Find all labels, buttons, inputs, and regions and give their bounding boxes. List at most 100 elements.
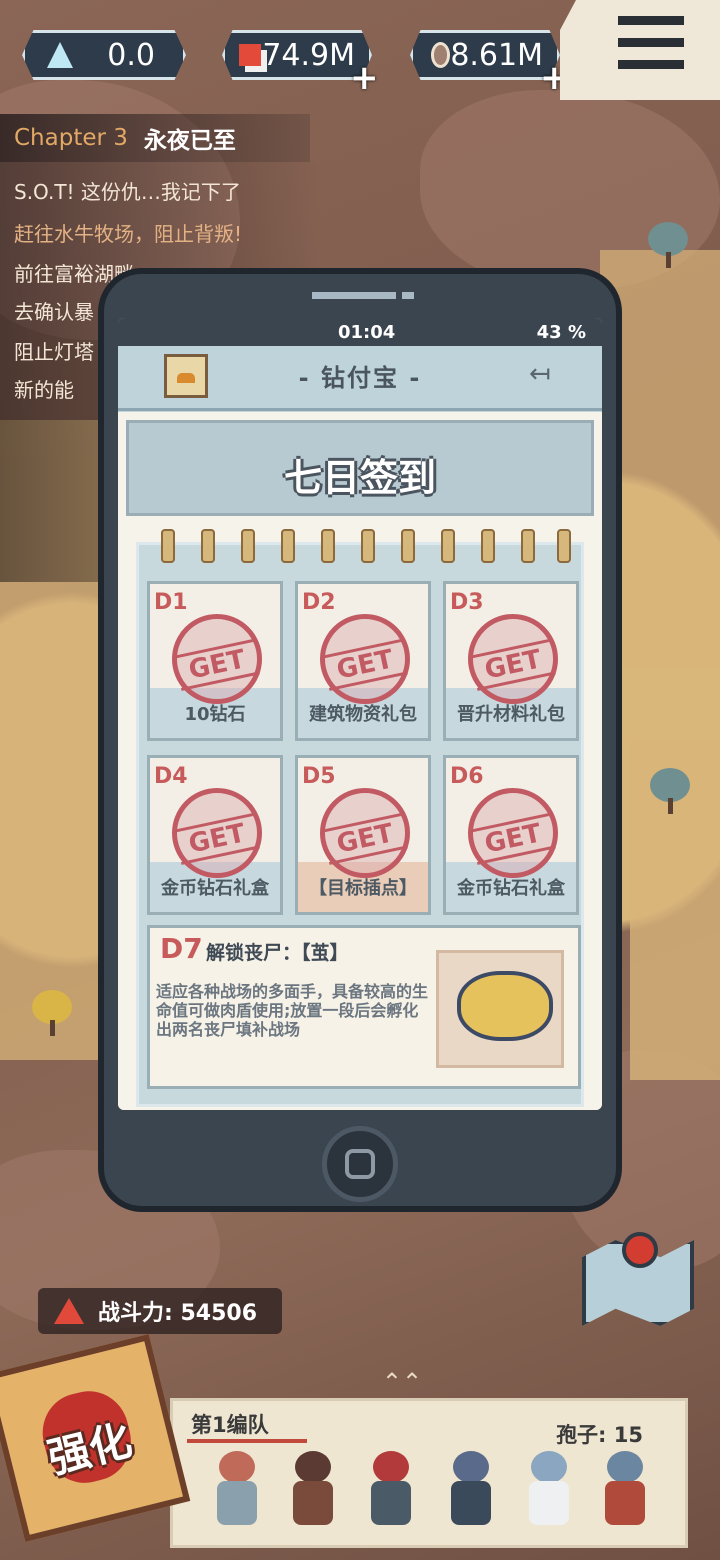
clock: 01:04 <box>338 322 396 343</box>
day-label: D6 <box>450 764 484 789</box>
day-label: D2 <box>302 590 336 615</box>
squad-unit[interactable] <box>597 1451 653 1531</box>
claimed-stamp-icon: GET <box>320 614 410 704</box>
crystal-counter[interactable]: 0.0 <box>22 30 186 80</box>
day-card[interactable]: D1 10钻石 GET <box>147 581 283 741</box>
day-label: D1 <box>154 590 188 615</box>
binder-ring <box>241 529 255 563</box>
cocoon-reward-image <box>436 950 564 1068</box>
stamp-text: GET <box>322 813 408 865</box>
unit-head <box>373 1451 409 1483</box>
binder-ring <box>281 529 295 563</box>
cocoon-icon <box>457 971 553 1041</box>
binder-ring <box>201 529 215 563</box>
back-arrow-icon[interactable]: ↤ <box>516 361 564 388</box>
chapter-title: 永夜已至 <box>143 128 236 154</box>
binder-ring <box>401 529 415 563</box>
phone-camera <box>402 292 414 299</box>
checkin-banner: 七日签到 <box>126 420 594 516</box>
day-label: D7 <box>160 932 203 965</box>
page-title: 七日签到 <box>283 456 436 500</box>
day-card[interactable]: D4 金币钻石礼盒 GET <box>147 755 283 915</box>
unit-head <box>607 1451 643 1483</box>
day7-card[interactable]: D7 解锁丧尸：【茧】 适应各种战场的多面手，具备较高的生命值可做肉盾使用;放置… <box>147 925 581 1089</box>
menu-icon <box>618 16 684 25</box>
quest-item[interactable]: 赶往水牛牧场，阻止背叛! <box>14 218 242 247</box>
checkin-panel: 七日签到 D1 10钻石 GET D2 建筑物资礼包 GET D3 晋升材料礼包… <box>118 412 602 1110</box>
binder-ring <box>521 529 535 563</box>
unit-head <box>453 1451 489 1483</box>
materials-value: 74.9M <box>262 37 355 73</box>
day-label: D4 <box>154 764 188 789</box>
binder-ring <box>321 529 335 563</box>
stamp-text: GET <box>470 813 556 865</box>
binder-ring <box>361 529 375 563</box>
day7-reward-title: 解锁丧尸：【茧】 <box>206 942 349 964</box>
combat-power-value: 战斗力: 54506 <box>98 1301 257 1326</box>
quest-item-text: 赶往水牛牧场，阻止背叛! <box>14 222 243 246</box>
quest-item[interactable]: S.O.T! 这份仇…我记下了 <box>14 176 241 205</box>
claimed-stamp-icon: GET <box>320 788 410 878</box>
binder-ring <box>441 529 455 563</box>
coin-value: 8.61M <box>450 37 543 73</box>
squad-unit[interactable] <box>521 1451 577 1531</box>
menu-icon-bar <box>618 60 684 69</box>
unit-body <box>293 1481 333 1525</box>
claimed-stamp-icon: GET <box>468 788 558 878</box>
coin-icon <box>431 42 451 68</box>
squad-panel[interactable]: 第1编队 孢子: 15 <box>170 1398 688 1548</box>
binder-ring <box>481 529 495 563</box>
squad-unit[interactable] <box>209 1451 265 1531</box>
squad-name: 第1编队 <box>191 1413 269 1437</box>
day-card[interactable]: D2 建筑物资礼包 GET <box>295 581 431 741</box>
phone-speaker <box>312 292 396 299</box>
crystal-value: 0.0 <box>107 37 155 73</box>
day-label: D3 <box>450 590 484 615</box>
warning-icon <box>54 1298 84 1324</box>
squad-unit[interactable] <box>363 1451 419 1531</box>
claimed-stamp-icon: GET <box>172 788 262 878</box>
spore-count: 孢子: 15 <box>556 1423 643 1447</box>
chapter-number: Chapter 3 <box>14 125 128 151</box>
day7-description: 适应各种战场的多面手，具备较高的生命值可做肉盾使用;放置一段后会孵化出两名丧尸填… <box>156 982 429 1039</box>
day-card[interactable]: D6 金币钻石礼盒 GET <box>443 755 579 915</box>
unit-head <box>295 1451 331 1483</box>
add-materials-button[interactable]: + <box>350 58 379 98</box>
day-card[interactable]: D5 【目标插点】 GET <box>295 755 431 915</box>
phone-home-button[interactable] <box>322 1126 398 1202</box>
unit-body <box>451 1481 491 1525</box>
stamp-text: GET <box>322 639 408 691</box>
materials-icon <box>239 44 261 66</box>
battery-level: 43 % <box>536 322 586 343</box>
phone-screen: 01:04 43 % - 钻付宝 - ↤ 七日签到 D1 10钻石 GET D2… <box>118 318 602 1110</box>
coin-counter[interactable]: 8.61M <box>410 30 560 80</box>
claimed-stamp-icon: GET <box>172 614 262 704</box>
expand-chevron-icon[interactable]: ⌃⌃ <box>372 1368 432 1396</box>
stamp-text: GET <box>174 813 260 865</box>
unit-body <box>529 1481 569 1525</box>
quest-item[interactable]: 阻止灯塔 <box>14 336 94 365</box>
claimed-stamp-icon: GET <box>468 614 558 704</box>
unit-body <box>217 1481 257 1525</box>
app-header: - 钻付宝 - ↤ <box>118 346 602 411</box>
calendar: D1 10钻石 GET D2 建筑物资礼包 GET D3 晋升材料礼包 GET <box>136 529 584 1107</box>
squad-unit[interactable] <box>443 1451 499 1531</box>
combat-power-badge: 战斗力: 54506 <box>38 1288 282 1334</box>
menu-button[interactable] <box>560 0 720 100</box>
map-pin-icon <box>622 1232 658 1268</box>
menu-icon-bar <box>618 38 684 47</box>
squad-unit[interactable] <box>285 1451 341 1531</box>
day-card[interactable]: D3 晋升材料礼包 GET <box>443 581 579 741</box>
quest-item[interactable]: 新的能 <box>14 374 74 403</box>
quest-item[interactable]: 去确认暴 <box>14 296 94 325</box>
chapter-header[interactable]: Chapter 3 永夜已至 <box>0 114 310 162</box>
stamp-text: GET <box>174 639 260 691</box>
day-label: D5 <box>302 764 336 789</box>
binder-ring <box>161 529 175 563</box>
unit-body <box>605 1481 645 1525</box>
binder-ring <box>557 529 571 563</box>
unit-body <box>371 1481 411 1525</box>
crystal-icon <box>47 42 73 68</box>
unit-head <box>531 1451 567 1483</box>
squad-underline <box>187 1439 307 1443</box>
